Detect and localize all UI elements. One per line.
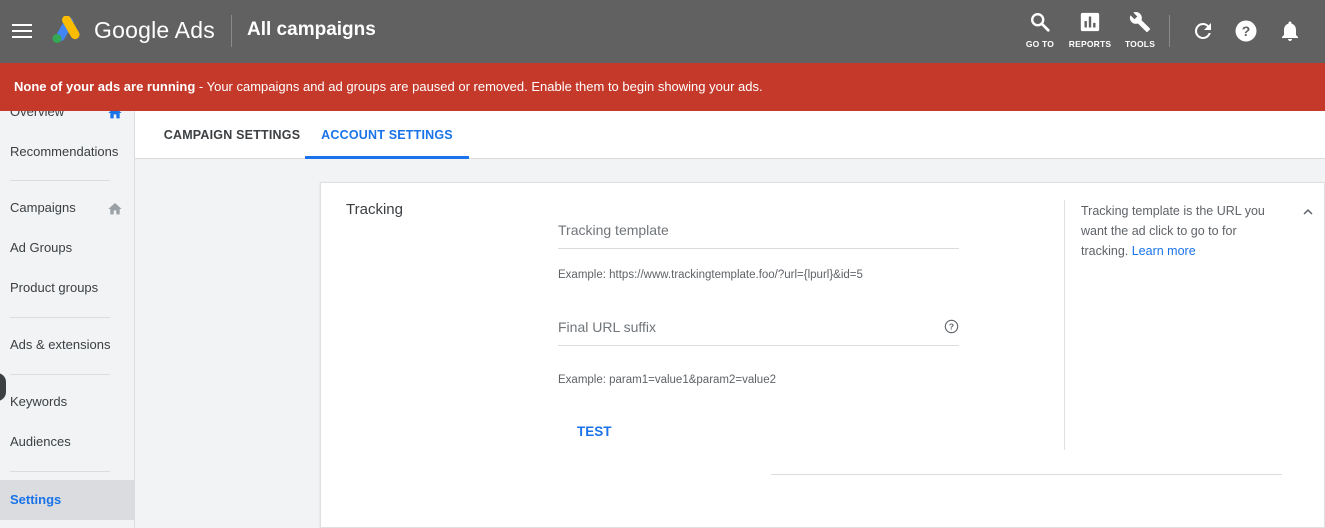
vertical-divider xyxy=(1064,200,1065,450)
menu-icon[interactable] xyxy=(10,19,34,43)
help-icon[interactable]: ? xyxy=(1234,19,1258,43)
sidebar-item-audiences[interactable]: Audiences xyxy=(0,422,134,462)
reports-button[interactable]: REPORTS xyxy=(1068,11,1112,53)
wrench-icon xyxy=(1129,12,1151,33)
sidebar-item-settings[interactable]: Settings xyxy=(0,480,134,520)
help-circle-icon[interactable]: ? xyxy=(944,319,959,334)
sidebar-item-label: Recommendations xyxy=(10,144,119,159)
tracking-template-example: Example: https://www.trackingtemplate.fo… xyxy=(558,269,863,281)
reports-label: REPORTS xyxy=(1068,39,1112,49)
tools-label: TOOLS xyxy=(1124,39,1156,49)
home-icon xyxy=(108,111,122,119)
search-icon xyxy=(1031,13,1050,32)
sidebar-divider xyxy=(10,374,110,375)
page-title: All campaigns xyxy=(247,19,376,40)
svg-text:?: ? xyxy=(949,322,954,332)
alert-title: None of your ads are running xyxy=(14,79,196,94)
sidebar-item-ad-groups[interactable]: Ad Groups xyxy=(0,228,134,268)
final-url-suffix-input[interactable] xyxy=(558,310,959,335)
learn-more-link[interactable]: Learn more xyxy=(1132,244,1196,258)
sidebar-divider xyxy=(10,180,110,181)
sidebar-item-label: Keywords xyxy=(10,394,68,409)
tracking-template-field[interactable] xyxy=(558,213,959,249)
alert-message: - Your campaigns and ad groups are pause… xyxy=(195,79,763,94)
final-url-suffix-example: Example: param1=value1&param2=value2 xyxy=(558,374,776,386)
sidebar-item-label: Product groups xyxy=(10,280,99,295)
tab-campaign-settings[interactable]: CAMPAIGN SETTINGS xyxy=(159,111,305,159)
section-title: Tracking xyxy=(346,201,403,218)
sidebar-item-label: Audiences xyxy=(10,434,71,449)
horizontal-divider xyxy=(771,474,1282,475)
svg-text:?: ? xyxy=(1242,23,1251,39)
header-divider xyxy=(231,15,232,47)
tracking-template-input[interactable] xyxy=(558,213,959,238)
bar-chart-icon xyxy=(1080,12,1100,32)
sidebar-item-label: Ad Groups xyxy=(10,240,73,255)
home-icon xyxy=(108,203,122,215)
brand-name[interactable]: Google Ads xyxy=(94,17,215,44)
sidebar-item-product-groups[interactable]: Product groups xyxy=(0,268,134,308)
sidebar-item-keywords[interactable]: Keywords xyxy=(0,382,134,422)
tab-label: CAMPAIGN SETTINGS xyxy=(163,128,301,142)
goto-button[interactable]: GO TO xyxy=(1018,11,1062,53)
sidebar-item-label: Overview xyxy=(10,111,65,119)
goto-label: GO TO xyxy=(1025,39,1055,49)
sidebar-divider xyxy=(10,471,110,472)
refresh-icon[interactable] xyxy=(1191,19,1215,43)
test-button[interactable]: TEST xyxy=(569,419,619,443)
tracking-card: Tracking Example: https://www.trackingte… xyxy=(320,182,1325,528)
sidebar-divider xyxy=(10,317,110,318)
tools-divider xyxy=(1169,15,1170,47)
sidebar-item-label: Campaigns xyxy=(10,200,76,215)
sidebar-item-ads-extensions[interactable]: Ads & extensions xyxy=(0,325,134,365)
sidebar-item-label: Settings xyxy=(10,492,62,507)
final-url-suffix-field[interactable]: ? xyxy=(558,310,959,346)
top-app-bar: Google Ads All campaigns GO TO REPORTS T… xyxy=(0,0,1325,63)
chevron-up-icon[interactable] xyxy=(1299,203,1317,221)
tab-account-settings[interactable]: ACCOUNT SETTINGS xyxy=(305,111,469,159)
tools-button[interactable]: TOOLS xyxy=(1118,11,1162,53)
sidebar-item-recommendations[interactable]: Recommendations xyxy=(0,132,134,172)
alert-banner: None of your ads are running - Your camp… xyxy=(0,63,1325,111)
help-panel: Tracking template is the URL you want th… xyxy=(1081,201,1281,261)
notifications-bell-icon[interactable] xyxy=(1278,19,1302,43)
sidebar-item-label: Ads & extensions xyxy=(10,337,111,352)
tab-label: ACCOUNT SETTINGS xyxy=(321,128,453,142)
sidebar: Overview Recommendations Campaigns Ad Gr… xyxy=(0,111,135,528)
google-ads-logo[interactable] xyxy=(51,16,81,44)
settings-tabs: CAMPAIGN SETTINGS ACCOUNT SETTINGS xyxy=(135,111,1325,159)
